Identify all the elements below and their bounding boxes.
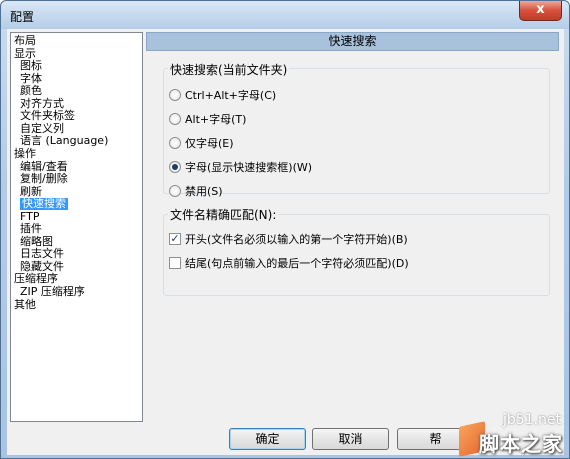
- dialog-client-area: 布局 显示 图标 字体 颜色 对齐方式 文件夹标签 自定义列 语言 (Language) 操作 编辑…: [7, 29, 564, 455]
- radio-indicator[interactable]: [169, 113, 181, 125]
- settings-panel: 快速搜索(当前文件夹) Ctrl+Alt+字母(C) Alt+字母(T) 仅字母…: [146, 51, 559, 423]
- checkbox-label: 开头(文件名必须以输入的第一个字符开始)(B): [185, 233, 408, 246]
- tree-item[interactable]: 刷新: [20, 185, 42, 198]
- radio-ctrl-alt-letter[interactable]: Ctrl+Alt+字母(C): [169, 87, 276, 103]
- radio-label: Alt+字母(T): [185, 113, 247, 126]
- tree-item[interactable]: 压缩程序: [14, 273, 58, 285]
- panel-title: 快速搜索: [146, 32, 559, 51]
- radio-label: Ctrl+Alt+字母(C): [185, 89, 277, 102]
- tree-item[interactable]: 操作: [14, 147, 36, 160]
- tree-item[interactable]: 快速搜索: [20, 198, 68, 211]
- radio-letter-show-box[interactable]: 字母(显示快速搜索框)(W): [169, 159, 312, 175]
- radio-indicator[interactable]: [169, 161, 181, 173]
- tree-item[interactable]: FTP: [20, 210, 40, 223]
- match-group-label: 文件名精确匹配(N):: [168, 206, 279, 223]
- tree-item[interactable]: 编辑/查看: [20, 160, 68, 173]
- close-button[interactable]: x: [519, 1, 562, 21]
- tree-item[interactable]: 语言 (Language): [20, 135, 108, 147]
- ok-button[interactable]: 确定: [229, 428, 306, 450]
- tree-item[interactable]: 其他: [14, 298, 36, 311]
- cancel-button[interactable]: 取消: [312, 428, 389, 450]
- radio-disabled[interactable]: 禁用(S): [169, 183, 223, 199]
- checkbox-match-start[interactable]: ✓ 开头(文件名必须以输入的第一个字符开始)(B): [169, 231, 408, 247]
- tree-item[interactable]: ZIP 压缩程序: [20, 286, 85, 298]
- checkbox-indicator[interactable]: [169, 257, 181, 269]
- tree-item[interactable]: 自定义列: [20, 122, 64, 135]
- radio-label: 禁用(S): [185, 185, 223, 198]
- tree-item[interactable]: 插件: [20, 223, 42, 235]
- checkbox-indicator[interactable]: ✓: [169, 233, 181, 245]
- tree-item[interactable]: 字体: [20, 72, 42, 85]
- tree-item[interactable]: 缩略图: [20, 235, 53, 248]
- radio-alt-letter[interactable]: Alt+字母(T): [169, 111, 246, 127]
- tree-item[interactable]: 日志文件: [20, 248, 64, 260]
- tree-item[interactable]: 图标: [20, 60, 42, 72]
- radio-label: 仅字母(E): [185, 137, 234, 150]
- radio-indicator[interactable]: [169, 137, 181, 149]
- help-button[interactable]: 帮: [397, 428, 474, 450]
- tree-item[interactable]: 复制/删除: [20, 173, 68, 185]
- tree-item[interactable]: 文件夹标签: [20, 110, 75, 122]
- checkbox-match-end[interactable]: 结尾(句点前输入的最后一个字符必须匹配)(D): [169, 255, 409, 271]
- tree-item[interactable]: 对齐方式: [20, 97, 64, 110]
- window-title: 配置: [10, 10, 35, 24]
- radio-label: 字母(显示快速搜索框)(W): [185, 161, 313, 174]
- config-dialog: 配置 x 布局 显示 图标 字体 颜色 对齐方式 文件夹标签 自定义列 语言 (Language…: [0, 0, 570, 459]
- checkbox-label: 结尾(句点前输入的最后一个字符必须匹配)(D): [185, 257, 409, 270]
- radio-indicator[interactable]: [169, 89, 181, 101]
- tree-item[interactable]: 显示: [14, 47, 36, 60]
- quicksearch-group-label: 快速搜索(当前文件夹): [168, 61, 290, 78]
- tree-item[interactable]: 颜色: [20, 85, 42, 97]
- radio-letter-only[interactable]: 仅字母(E): [169, 135, 234, 151]
- tree-item[interactable]: 布局: [14, 35, 36, 47]
- radio-indicator[interactable]: [169, 185, 181, 197]
- title-bar[interactable]: 配置 x: [1, 1, 569, 29]
- settings-tree[interactable]: 布局 显示 图标 字体 颜色 对齐方式 文件夹标签 自定义列 语言 (Language) 操作 编辑…: [10, 32, 143, 422]
